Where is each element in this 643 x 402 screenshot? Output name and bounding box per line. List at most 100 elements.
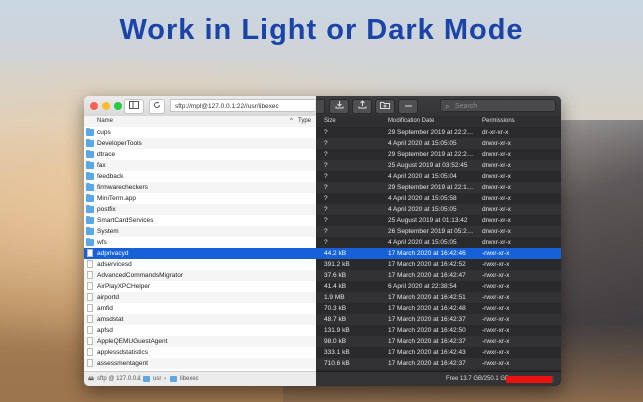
folder-icon: [86, 128, 94, 136]
file-permissions: -rwxr-xr-x: [482, 272, 510, 279]
path-libexec[interactable]: libexec: [180, 372, 199, 386]
file-permissions: drwxr-xr-x: [482, 173, 511, 180]
table-row[interactable]: dtrace? 29 September 2019 at 22:2… drwxr-x…: [84, 149, 561, 160]
table-row[interactable]: postfix? 4 April 2020 at 15:05:05 drwxr-xr…: [84, 204, 561, 215]
column-modified[interactable]: Modification Date: [388, 116, 434, 127]
file-size: ?: [324, 162, 328, 169]
file-icon: [87, 359, 93, 367]
address-field[interactable]: sftp://mpl@127.0.0.1:22//usr/libexec: [170, 99, 315, 112]
file-size: ?: [324, 217, 328, 224]
app-window: sftp://mpl@127.0.0.1:22//usr/libexec ⌕ S…: [84, 96, 561, 386]
file-permissions: -rwxr-xr-x: [482, 360, 510, 367]
file-size: ?: [324, 184, 328, 191]
upload-icon: [358, 100, 366, 109]
file-modified: 4 April 2020 at 15:05:04: [388, 173, 457, 180]
file-size: 44.2 kB: [324, 250, 347, 257]
zoom-button[interactable]: [114, 102, 122, 110]
table-row[interactable]: wfs? 4 April 2020 at 15:05:05 drwxr-xr-x: [84, 237, 561, 248]
file-name: apfsd: [97, 327, 113, 334]
folder-icon: [86, 238, 94, 246]
file-name: SmartCardServices: [97, 217, 154, 224]
file-icon: [87, 260, 93, 268]
table-row[interactable]: fax? 25 August 2019 at 03:52:45 drwxr-xr-x: [84, 160, 561, 171]
column-type[interactable]: Type: [298, 116, 311, 127]
reload-icon: [154, 101, 160, 108]
toolbar: sftp://mpl@127.0.0.1:22//usr/libexec ⌕ S…: [84, 96, 561, 117]
file-name: adprivacyd: [97, 250, 129, 257]
file-icon: [87, 271, 93, 279]
table-row[interactable]: apfsd 131.9 kB 17 March 2020 at 16:42:50 -r…: [84, 325, 561, 336]
file-name: firmwarecheckers: [97, 184, 148, 191]
file-permissions: dr-xr-xr-x: [482, 129, 509, 136]
table-row[interactable]: DeveloperTools? 4 April 2020 at 15:05:05 d…: [84, 138, 561, 149]
table-row[interactable]: amsdstat 48.7 kB 17 March 2020 at 16:42:37…: [84, 314, 561, 325]
file-modified: 6 April 2020 at 22:38:54: [388, 283, 457, 290]
disk-usage-fill: [506, 376, 552, 383]
table-row[interactable]: cups? 29 September 2019 at 22:2… dr-xr-xr-…: [84, 127, 561, 138]
file-name: airportd: [97, 294, 120, 301]
search-icon: ⌕: [445, 102, 450, 111]
file-permissions: drwxr-xr-x: [482, 228, 511, 235]
new-folder-button[interactable]: [375, 99, 395, 114]
table-row[interactable]: airportd 1.9 MB 17 March 2020 at 16:42:51 -…: [84, 292, 561, 303]
table-row[interactable]: MiniTerm.app? 4 April 2020 at 15:05:58 drw…: [84, 193, 561, 204]
file-list: cups? 29 September 2019 at 22:2… dr-xr-xr-…: [84, 127, 561, 369]
chevron-right-icon: ›: [137, 376, 139, 382]
table-row[interactable]: System? 26 September 2019 at 05:2… drwxr-x…: [84, 226, 561, 237]
search-field[interactable]: ⌕ Search: [440, 99, 556, 112]
table-row[interactable]: AdvancedCommandsMigrator 37.6 kB 17 March …: [84, 270, 561, 281]
file-size: ?: [324, 228, 328, 235]
table-row[interactable]: firmwarecheckers? 29 September 2019 at 22…: [84, 182, 561, 193]
file-name: adservicesd: [97, 261, 132, 268]
file-permissions: -rwxr-xr-x: [482, 349, 510, 356]
file-size: ?: [324, 151, 328, 158]
table-row[interactable]: applessdstatistics 333.1 kB 17 March 2020 …: [84, 347, 561, 358]
file-size: 333.1 kB: [324, 349, 350, 356]
file-name: assessmentagent: [97, 360, 148, 367]
file-icon: [87, 304, 93, 312]
minimize-button[interactable]: [102, 102, 110, 110]
table-row[interactable]: feedback? 4 April 2020 at 15:05:04 drwxr-x…: [84, 171, 561, 182]
file-modified: 17 March 2020 at 16:42:48: [388, 305, 466, 312]
file-icon: [87, 326, 93, 334]
upload-button[interactable]: [352, 99, 372, 114]
file-modified: 17 March 2020 at 16:42:50: [388, 327, 466, 334]
table-row[interactable]: adprivacyd 44.2 kB 17 March 2020 at 16:42:…: [84, 248, 561, 259]
file-permissions: drwxr-xr-x: [482, 206, 511, 213]
server-icon: 🖴: [88, 376, 95, 382]
column-permissions[interactable]: Permissions: [482, 116, 515, 127]
file-modified: 29 September 2019 at 22:1…: [388, 184, 474, 191]
file-permissions: drwxr-xr-x: [482, 140, 511, 147]
table-row[interactable]: amfid 70.3 kB 17 March 2020 at 16:42:48 -rw…: [84, 303, 561, 314]
reload-button[interactable]: [149, 99, 165, 114]
path-usr[interactable]: usr: [153, 372, 161, 386]
folder-icon: [86, 139, 94, 147]
column-name[interactable]: Name: [97, 116, 113, 127]
file-permissions: drwxr-xr-x: [482, 184, 511, 191]
more-button[interactable]: [398, 99, 418, 114]
close-button[interactable]: [90, 102, 98, 110]
file-modified: 17 March 2020 at 16:42:47: [388, 272, 466, 279]
table-row[interactable]: AirPlayXPCHelper 41.4 kB 6 April 2020 at 2…: [84, 281, 561, 292]
table-row[interactable]: adservicesd 391.2 kB 17 March 2020 at 16:4…: [84, 259, 561, 270]
download-button[interactable]: [329, 99, 349, 114]
file-size: ?: [324, 206, 328, 213]
search-placeholder: Search: [455, 103, 478, 110]
table-row[interactable]: SmartCardServices? 25 August 2019 at 01:1…: [84, 215, 561, 226]
file-name: AppleQEMUGuestAgent: [97, 338, 168, 345]
file-name: AdvancedCommandsMigrator: [97, 272, 183, 279]
file-permissions: -rwxr-xr-x: [482, 261, 510, 268]
folder-icon: [86, 227, 94, 235]
file-modified: 25 August 2019 at 03:52:45: [388, 162, 468, 169]
sidebar-toggle-button[interactable]: [124, 99, 144, 114]
file-modified: 17 March 2020 at 16:42:37: [388, 360, 466, 367]
file-size: 1.9 MB: [324, 294, 345, 301]
new-folder-icon: [380, 102, 390, 109]
file-modified: 17 March 2020 at 16:42:46: [388, 250, 466, 257]
disk-usage-bar: [506, 376, 554, 383]
path-root[interactable]: sftp @ 127.0.0.1: [97, 372, 141, 386]
column-size[interactable]: Size: [324, 116, 336, 127]
table-row[interactable]: assessmentagent 710.6 kB 17 March 2020 at …: [84, 358, 561, 369]
table-row[interactable]: AppleQEMUGuestAgent 98.0 kB 17 March 2020 …: [84, 336, 561, 347]
chevron-right-icon: ›: [164, 376, 166, 382]
